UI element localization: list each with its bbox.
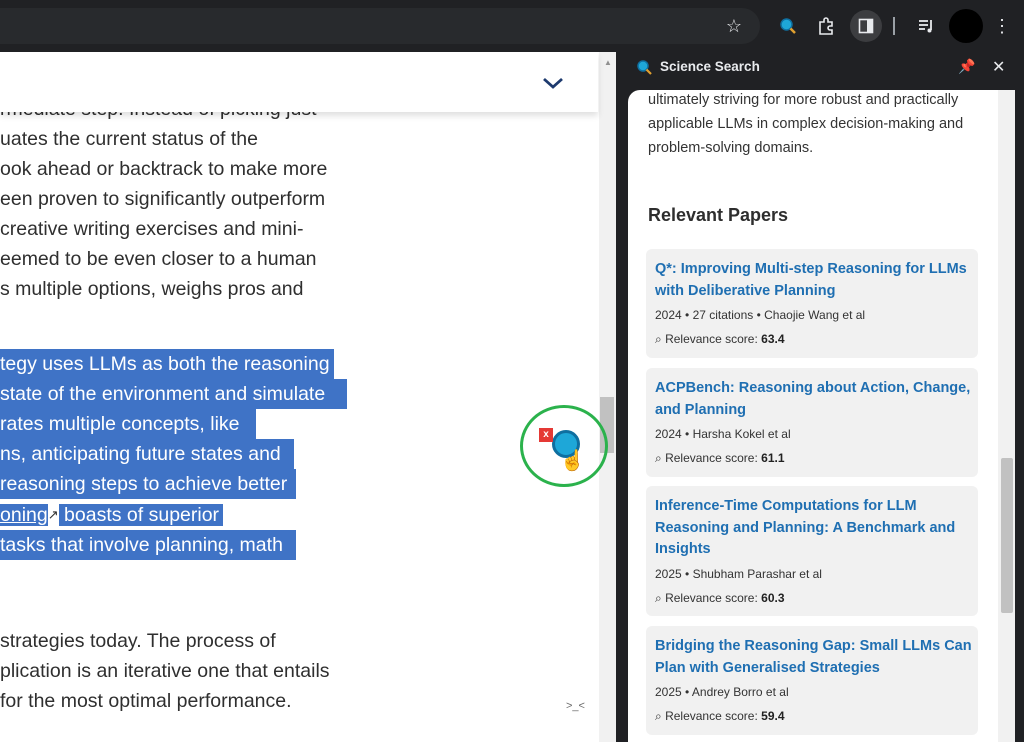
- relevance-score: ⌕ Relevance score: 60.3: [655, 591, 785, 605]
- article-line: creative writing exercises and mini-: [0, 218, 304, 240]
- article-page: rmediate step. Instead of picking just u…: [0, 52, 616, 742]
- paper-card[interactable]: Q*: Improving Multi-step Reasoning for L…: [646, 249, 978, 358]
- browser-toolbar: ☆ ⋮: [0, 0, 1024, 52]
- side-panel-title: Science Search: [660, 59, 760, 74]
- toolbar-separator: [893, 17, 895, 35]
- highlighted-line: tegy uses LLMs as both the reasoning: [0, 349, 334, 379]
- hand-cursor-icon: ☝: [560, 450, 585, 472]
- media-queue-icon[interactable]: [912, 12, 940, 40]
- side-panel-scrollbar[interactable]: [998, 90, 1015, 742]
- score-search-icon: ⌕: [655, 591, 662, 605]
- article-line-with-link: oning↗ boasts of superior: [0, 500, 224, 530]
- article-line: een proven to significantly outperform: [0, 188, 326, 210]
- highlighted-line: reasoning steps to achieve better: [0, 469, 296, 499]
- highlighted-line: tasks that involve planning, math: [0, 530, 296, 560]
- page-header: [0, 52, 598, 112]
- paper-card[interactable]: Bridging the Reasoning Gap: Small LLMs C…: [646, 626, 978, 735]
- relevance-score: ⌕ Relevance score: 63.4: [655, 332, 785, 346]
- article-line: s multiple options, weighs pros and: [0, 278, 304, 300]
- highlighted-text: boasts of superior: [58, 504, 224, 526]
- puzzle-icon[interactable]: [812, 12, 840, 40]
- article-line: strategies today. The process of: [0, 630, 276, 652]
- scroll-up-arrow-icon[interactable]: ▲: [604, 58, 612, 67]
- article-line: plication is an iterative one that entai…: [0, 660, 330, 682]
- article-line: ook ahead or backtrack to make more: [0, 158, 328, 180]
- highlighted-line: ns, anticipating future states and: [0, 439, 294, 469]
- paper-meta: 2025 • Andrey Borro et al: [655, 685, 789, 699]
- relevance-score: ⌕ Relevance score: 59.4: [655, 709, 785, 723]
- highlighted-line: state of the environment and simulate: [0, 379, 347, 409]
- address-bar[interactable]: [0, 8, 760, 44]
- avatar[interactable]: [949, 9, 983, 43]
- paper-card[interactable]: Inference-Time Computations for LLM Reas…: [646, 486, 978, 616]
- article-line: for the most optimal performance.: [0, 690, 292, 712]
- article-line: eemed to be even closer to a human: [0, 248, 317, 270]
- close-panel-icon[interactable]: ✕: [992, 57, 1005, 77]
- article-link[interactable]: oning: [0, 504, 48, 526]
- chevron-down-icon[interactable]: [540, 70, 566, 96]
- score-search-icon: ⌕: [655, 332, 662, 346]
- pin-icon[interactable]: 📌: [958, 58, 975, 75]
- external-link-icon: ↗: [47, 507, 59, 522]
- paper-title-link[interactable]: Bridging the Reasoning Gap: Small LLMs C…: [655, 636, 975, 679]
- star-icon[interactable]: ☆: [720, 12, 748, 40]
- science-search-logo-icon: [637, 60, 652, 75]
- score-search-icon: ⌕: [655, 709, 662, 723]
- side-panel-content: ultimately striving for more robust and …: [628, 90, 1015, 742]
- relevance-score: ⌕ Relevance score: 61.1: [655, 451, 785, 465]
- side-panel-icon[interactable]: [850, 10, 882, 42]
- article-line: uates the current status of the: [0, 128, 258, 150]
- paper-meta: 2024 • Harsha Kokel et al: [655, 427, 791, 441]
- relevant-papers-heading: Relevant Papers: [648, 205, 789, 225]
- paper-title-link[interactable]: Inference-Time Computations for LLM Reas…: [655, 496, 975, 561]
- paper-meta: 2024 • 27 citations • Chaojie Wang et al: [655, 308, 866, 322]
- science-search-extension-icon[interactable]: [774, 12, 802, 40]
- score-search-icon: ⌕: [655, 451, 662, 465]
- paper-title-link[interactable]: Q*: Improving Multi-step Reasoning for L…: [655, 259, 975, 302]
- paper-meta: 2025 • Shubham Parashar et al: [655, 567, 822, 581]
- paper-card[interactable]: ACPBench: Reasoning about Action, Change…: [646, 368, 978, 477]
- highlighted-line: rates multiple concepts, like: [0, 409, 256, 439]
- paper-title-link[interactable]: ACPBench: Reasoning about Action, Change…: [655, 378, 975, 421]
- menu-icon[interactable]: ⋮: [988, 12, 1016, 40]
- side-panel-scrollbar-thumb[interactable]: [1001, 458, 1013, 613]
- close-icon[interactable]: x: [539, 428, 553, 442]
- summary-text: ultimately striving for more robust and …: [648, 92, 964, 156]
- floating-widget-icon[interactable]: >_<: [566, 700, 585, 712]
